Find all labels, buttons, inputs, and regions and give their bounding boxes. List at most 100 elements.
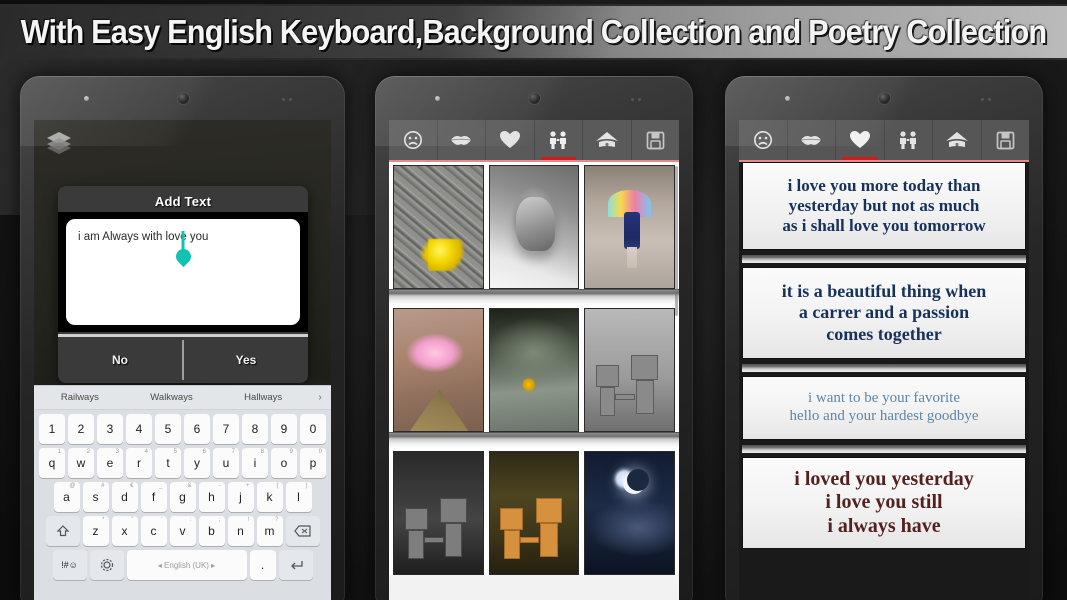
- num-key-4[interactable]: 4: [126, 414, 152, 444]
- dialog-no-button[interactable]: No: [58, 353, 182, 367]
- num-key-0[interactable]: 0: [300, 414, 326, 444]
- two-people-icon: [546, 130, 570, 150]
- key-y[interactable]: 6y: [184, 448, 210, 478]
- key-label: 5: [164, 422, 172, 436]
- settings-key[interactable]: [89, 550, 124, 580]
- key-h[interactable]: -h: [198, 482, 225, 512]
- key-b[interactable]: ; b: [198, 516, 225, 546]
- poetry-list[interactable]: i love you more today than yesterday but …: [739, 162, 1029, 600]
- symbols-key[interactable]: !#☺: [52, 550, 87, 580]
- poetry-tab-save[interactable]: [982, 120, 1030, 160]
- key-c[interactable]: ' c: [140, 516, 167, 546]
- key-x[interactable]: " x: [111, 516, 138, 546]
- key-n[interactable]: ! n: [227, 516, 254, 546]
- poem-line: as i shall love you tomorrow: [782, 216, 986, 236]
- key-g[interactable]: & g: [169, 482, 196, 512]
- key-k[interactable]: (k: [256, 482, 283, 512]
- key-m[interactable]: ? m: [256, 516, 283, 546]
- poem-line: i love you still: [825, 491, 943, 514]
- save-icon: [996, 131, 1015, 150]
- robot-body-right: [444, 522, 463, 557]
- key-o[interactable]: 9o: [271, 448, 297, 478]
- bg-tab-love[interactable]: [486, 120, 535, 160]
- background-gallery[interactable]: [389, 162, 679, 600]
- key-j[interactable]: + j: [227, 482, 254, 512]
- suggestion-more-icon[interactable]: ›: [309, 392, 331, 403]
- poetry-tab-home[interactable]: [933, 120, 982, 160]
- key-t[interactable]: 5t: [155, 448, 181, 478]
- poetry-tab-faces[interactable]: [739, 120, 788, 160]
- key-superscript: ;: [218, 517, 221, 523]
- key-z[interactable]: * z: [82, 516, 109, 546]
- poetry-tab-couples[interactable]: [885, 120, 933, 160]
- key-label: 4: [135, 422, 143, 436]
- add-text-input[interactable]: i am Always with love you: [66, 219, 300, 325]
- dialog-actions: No Yes: [58, 337, 308, 383]
- suggestion-1[interactable]: Railways: [34, 392, 126, 403]
- num-key-2[interactable]: 2: [68, 414, 94, 444]
- gallery-thumb-yellow-flower-on-rocks[interactable]: [393, 165, 484, 289]
- num-key-8[interactable]: 8: [242, 414, 268, 444]
- gallery-thumb-holding-hands-grayscale[interactable]: [488, 165, 580, 289]
- key-q[interactable]: 1q: [39, 448, 65, 478]
- suggestion-3[interactable]: Hallways: [217, 392, 309, 403]
- gallery-thumb-two-cardboard-robots-gray[interactable]: [584, 308, 676, 432]
- gallery-row: [389, 305, 679, 432]
- enter-key[interactable]: [278, 550, 313, 580]
- gallery-thumb-cardboard-robots-orange[interactable]: [488, 451, 580, 575]
- key-s[interactable]: # s: [82, 482, 109, 512]
- key-l[interactable]: ) l: [285, 482, 312, 512]
- key-w[interactable]: 2w: [68, 448, 94, 478]
- num-key-6[interactable]: 6: [184, 414, 210, 444]
- gallery-scrollbar[interactable]: [675, 166, 678, 316]
- poem-card[interactable]: it is a beautiful thing when a carrer and…: [742, 267, 1026, 359]
- dialog-yes-button[interactable]: Yes: [184, 353, 308, 367]
- suggestion-2[interactable]: Walkways: [126, 392, 218, 403]
- num-key-7[interactable]: 7: [213, 414, 239, 444]
- gallery-thumb-child-with-rainbow-umbrella[interactable]: [584, 165, 676, 289]
- poem-card[interactable]: i loved you yesterday i love you still i a…: [742, 457, 1026, 549]
- poetry-tab-lips[interactable]: [788, 120, 836, 160]
- poetry-tab-love[interactable]: [836, 120, 885, 160]
- key-superscript: 8: [260, 449, 264, 455]
- poem-card[interactable]: i want to be your favorite hello and your…: [742, 376, 1026, 440]
- phone-1-screen: Add Text i am Always with love you No Ye…: [34, 120, 331, 600]
- bg-tab-lips[interactable]: [438, 120, 486, 160]
- gallery-thumb-yellow-flower-on-wet-ground[interactable]: [488, 308, 580, 432]
- phone-1-frame: Add Text i am Always with love you No Ye…: [20, 76, 345, 600]
- key-i[interactable]: 8i: [242, 448, 268, 478]
- gallery-thumb-cardboard-robots-dark[interactable]: [393, 451, 484, 575]
- key-superscript: 6: [202, 449, 206, 455]
- layers-icon[interactable]: [46, 130, 72, 154]
- num-key-1[interactable]: 1: [39, 414, 65, 444]
- bg-tab-home[interactable]: [583, 120, 632, 160]
- bg-tab-save[interactable]: [632, 120, 680, 160]
- key-p[interactable]: 0p: [300, 448, 326, 478]
- banner-title: With Easy English Keyboard,Background Co…: [20, 13, 1048, 50]
- key-d[interactable]: € d: [111, 482, 138, 512]
- poem-card[interactable]: i love you more today than yesterday but …: [742, 162, 1026, 250]
- crescent-moon-clouds-image: [585, 452, 675, 574]
- period-key[interactable]: .: [249, 550, 276, 580]
- bg-tab-couples[interactable]: [535, 120, 583, 160]
- gallery-thumb-pink-flowers[interactable]: [393, 308, 484, 432]
- key-superscript: #: [101, 483, 105, 489]
- cardboard-robots-orange-image: [489, 452, 579, 574]
- key-u[interactable]: 7u: [213, 448, 239, 478]
- robot-arms: [519, 537, 540, 544]
- key-f[interactable]: _ f: [140, 482, 167, 512]
- text-cursor-handle[interactable]: [181, 231, 185, 255]
- key-e[interactable]: 3e: [97, 448, 123, 478]
- key-a[interactable]: @ a: [53, 482, 80, 512]
- bg-tab-faces[interactable]: [389, 120, 438, 160]
- key-v[interactable]: :v: [169, 516, 196, 546]
- space-key[interactable]: ◂ English (UK) ▸: [126, 550, 247, 580]
- num-key-5[interactable]: 5: [155, 414, 181, 444]
- num-key-3[interactable]: 3: [97, 414, 123, 444]
- num-key-9[interactable]: 9: [271, 414, 297, 444]
- gallery-thumb-crescent-moon-clouds[interactable]: [584, 451, 676, 575]
- keyboard-row-home: @ a # s € d _ f & g - h + j(k) l: [37, 482, 328, 512]
- key-r[interactable]: 4r: [126, 448, 152, 478]
- backspace-key[interactable]: [285, 516, 320, 546]
- shift-key[interactable]: [45, 516, 80, 546]
